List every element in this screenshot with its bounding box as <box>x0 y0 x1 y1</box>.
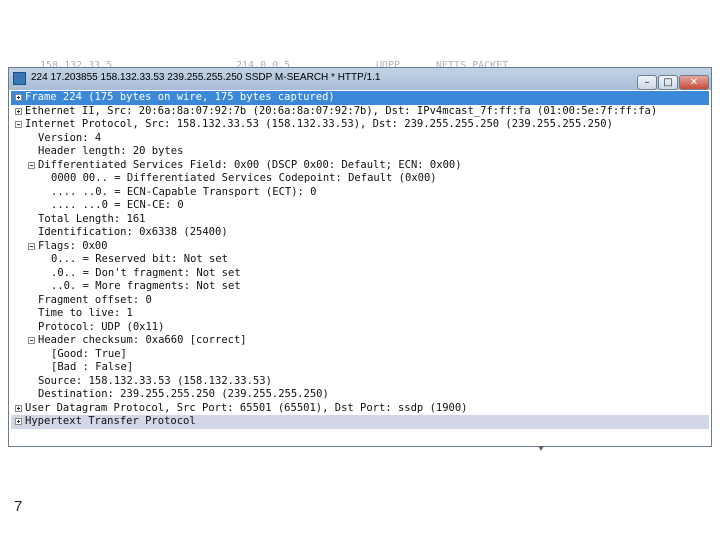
tree-row-label: Version: 4 <box>38 131 102 144</box>
tree-row-label: Destination: 239.255.255.250 (239.255.25… <box>38 388 329 400</box>
tree-row[interactable]: Protocol: UDP (0x11) <box>11 321 709 335</box>
tree-row-label: .... ...0 = ECN-CE: 0 <box>51 199 184 211</box>
expand-plus-icon[interactable] <box>15 418 22 425</box>
packet-details-window: 224 17.203855 158.132.33.53 239.255.255.… <box>8 67 712 447</box>
tree-row[interactable]: ..0. = More fragments: Not set <box>11 280 709 294</box>
tree-row[interactable]: Differentiated Services Field: 0x00 (DSC… <box>11 159 709 173</box>
tree-row[interactable]: Source: 158.132.33.53 (158.132.33.53) <box>11 375 709 389</box>
tree-row-label: Frame 224 (175 bytes on wire, 175 bytes … <box>25 91 335 103</box>
collapse-minus-icon[interactable] <box>28 337 35 344</box>
page-number: 7 <box>14 498 23 515</box>
wireshark-app-icon <box>13 72 26 85</box>
tree-row-label: [Good: True] <box>51 347 127 360</box>
tree-row-label: User Datagram Protocol, Src Port: 65501 … <box>25 401 468 414</box>
tree-row[interactable]: Version: 4 <box>11 132 709 146</box>
close-button[interactable]: ✕ <box>679 75 709 90</box>
tree-row[interactable]: [Good: True] <box>11 348 709 362</box>
collapse-minus-icon[interactable] <box>15 121 22 128</box>
tree-row[interactable]: .... ...0 = ECN-CE: 0 <box>11 199 709 213</box>
tree-row-label: Identification: 0x6338 (25400) <box>38 226 228 238</box>
tree-row[interactable]: Hypertext Transfer Protocol <box>11 415 709 429</box>
tree-row-label: Internet Protocol, Src: 158.132.33.53 (1… <box>25 118 613 130</box>
expand-plus-icon[interactable] <box>15 94 22 101</box>
tree-row[interactable]: Ethernet II, Src: 20:6a:8a:07:92:7b (20:… <box>11 105 709 119</box>
tree-row[interactable]: Identification: 0x6338 (25400) <box>11 226 709 240</box>
tree-row[interactable]: User Datagram Protocol, Src Port: 65501 … <box>11 402 709 416</box>
collapse-minus-icon[interactable] <box>28 242 35 250</box>
tree-row[interactable]: Frame 224 (175 bytes on wire, 175 bytes … <box>11 91 709 105</box>
window-title: 224 17.203855 158.132.33.53 239.255.255.… <box>31 72 381 83</box>
tree-row[interactable]: Total Length: 161 <box>11 213 709 227</box>
tree-row[interactable]: Time to live: 1 <box>11 307 709 321</box>
expand-plus-icon[interactable] <box>15 404 22 412</box>
tree-row-label: Ethernet II, Src: 20:6a:8a:07:92:7b (20:… <box>25 104 658 117</box>
expand-plus-icon[interactable] <box>15 107 22 115</box>
tree-row-label: [Bad : False] <box>51 361 134 373</box>
tree-row[interactable]: [Bad : False] <box>11 361 709 375</box>
tree-row-label: Protocol: UDP (0x11) <box>38 320 165 333</box>
tree-row[interactable]: 0... = Reserved bit: Not set <box>11 253 709 267</box>
tree-row-label: 0... = Reserved bit: Not set <box>51 253 229 265</box>
tree-row-label: Total Length: 161 <box>38 212 146 225</box>
window-controls: – □ ✕ <box>636 70 709 90</box>
tree-row-label: Header length: 20 bytes <box>38 145 184 157</box>
tree-row[interactable]: Internet Protocol, Src: 158.132.33.53 (1… <box>11 118 709 132</box>
tree-row-label: .0.. = Don't fragment: Not set <box>51 266 241 279</box>
packet-detail-tree: Frame 224 (175 bytes on wire, 175 bytes … <box>11 91 709 446</box>
tree-row-label: .... ..0. = ECN-Capable Transport (ECT):… <box>51 185 317 198</box>
tree-row-label: 0000 00.. = Differentiated Services Code… <box>51 172 437 184</box>
tree-row-label: Flags: 0x00 <box>38 239 108 252</box>
tree-row-label: Header checksum: 0xa660 [correct] <box>38 334 247 346</box>
tree-row-label: Hypertext Transfer Protocol <box>25 415 196 427</box>
tree-row[interactable]: Fragment offset: 0 <box>11 294 709 308</box>
window-titlebar[interactable]: 224 17.203855 158.132.33.53 239.255.255.… <box>9 68 711 90</box>
tree-row[interactable]: .... ..0. = ECN-Capable Transport (ECT):… <box>11 186 709 200</box>
maximize-button[interactable]: □ <box>658 75 678 90</box>
tree-row[interactable]: Header checksum: 0xa660 [correct] <box>11 334 709 348</box>
tree-row-label: Source: 158.132.33.53 (158.132.33.53) <box>38 374 272 387</box>
tree-row[interactable]: Flags: 0x00 <box>11 240 709 254</box>
tree-row[interactable]: .0.. = Don't fragment: Not set <box>11 267 709 281</box>
tree-row[interactable]: Header length: 20 bytes <box>11 145 709 159</box>
tree-row[interactable]: 0000 00.. = Differentiated Services Code… <box>11 172 709 186</box>
tree-row-label: Time to live: 1 <box>38 307 133 319</box>
mouse-cursor-icon <box>538 446 544 451</box>
tree-row-label: Differentiated Services Field: 0x00 (DSC… <box>38 158 462 171</box>
minimize-button[interactable]: – <box>637 75 657 90</box>
collapse-minus-icon[interactable] <box>28 161 35 169</box>
tree-row-label: Fragment offset: 0 <box>38 293 152 306</box>
tree-row-label: ..0. = More fragments: Not set <box>51 280 241 292</box>
tree-row[interactable]: Destination: 239.255.255.250 (239.255.25… <box>11 388 709 402</box>
